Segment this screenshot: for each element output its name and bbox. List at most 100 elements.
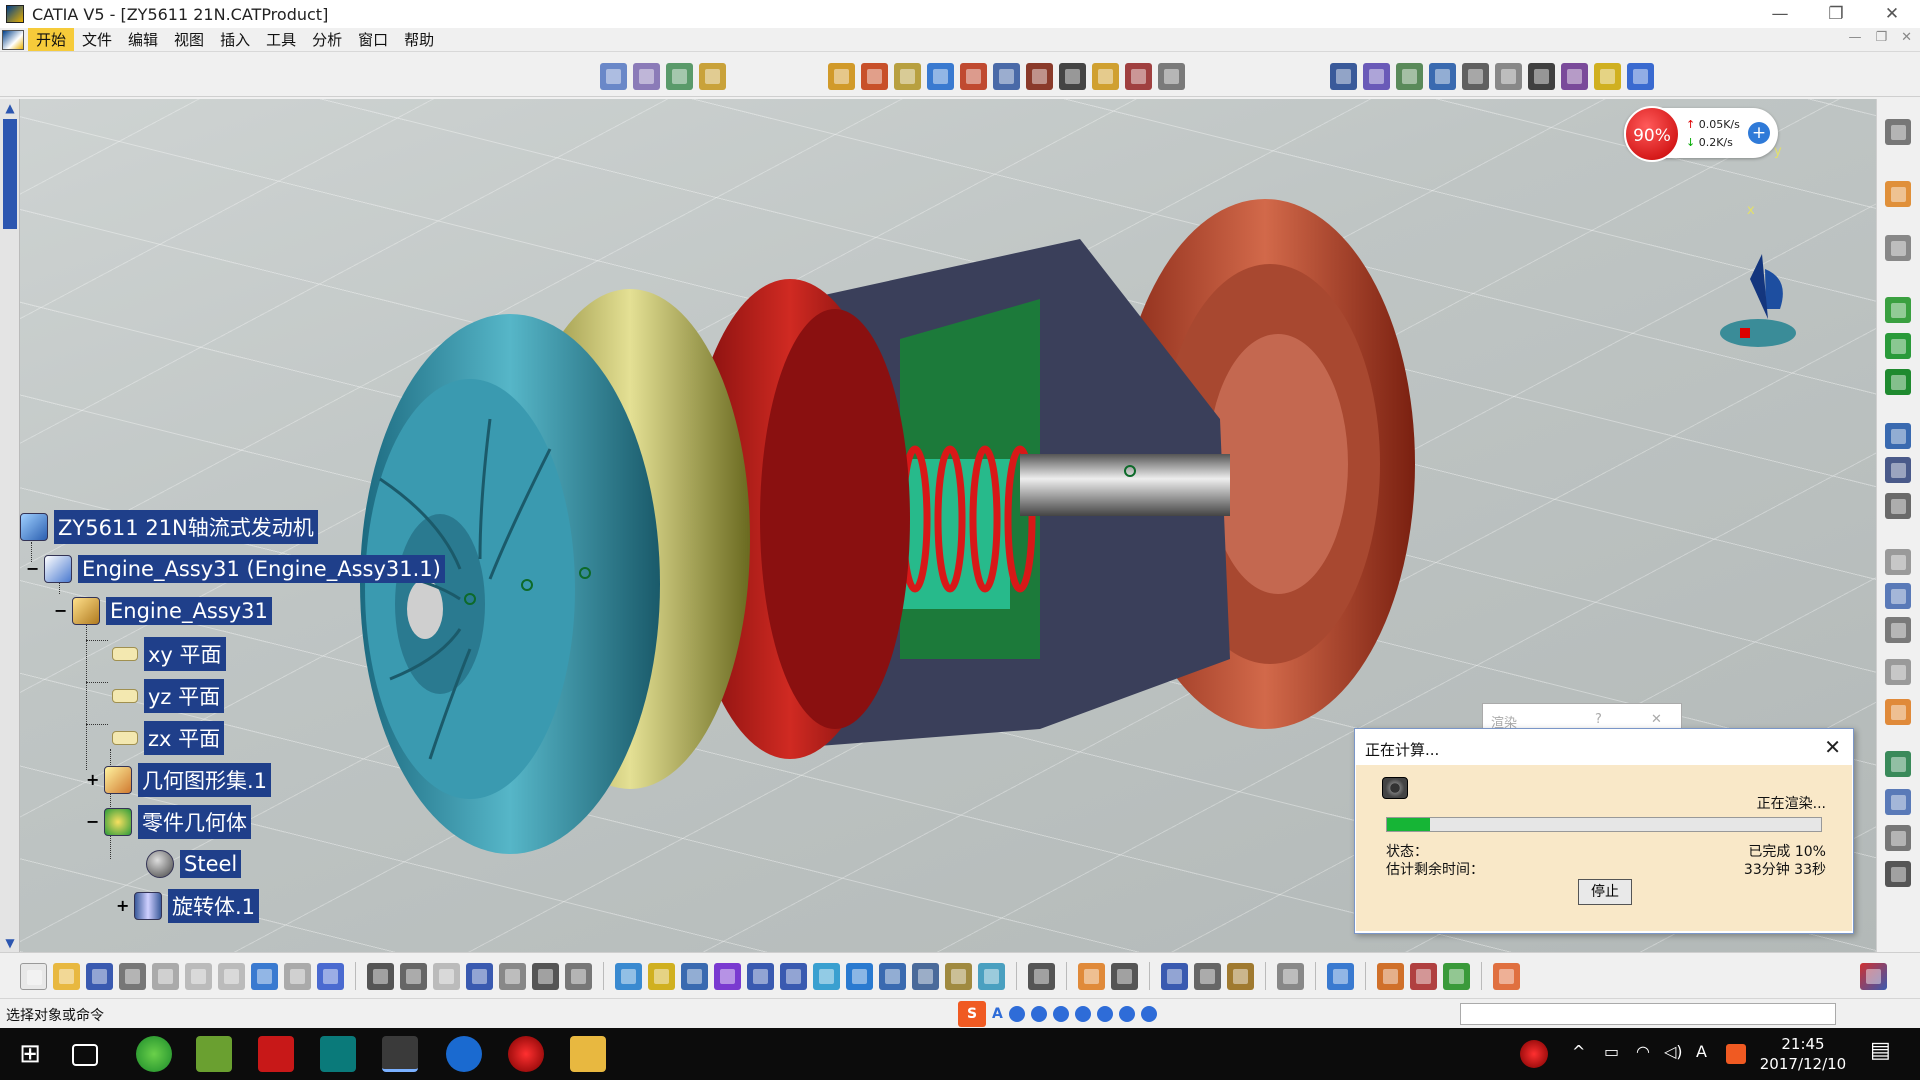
table-icon[interactable] (466, 962, 493, 990)
fit-all-icon[interactable] (648, 962, 675, 990)
layers-icon[interactable] (1885, 825, 1911, 851)
menu-start[interactable]: 开始 (28, 28, 75, 51)
specifications-icon[interactable] (565, 962, 592, 990)
undo-icon[interactable] (251, 962, 278, 990)
hide-show-icon[interactable] (945, 962, 972, 990)
catalog-icon-2[interactable] (532, 962, 559, 990)
main-shaft[interactable] (1020, 454, 1230, 516)
network-speed-widget[interactable]: 90% 0.05K/s 0.2K/s + (1624, 106, 1778, 162)
doc-minimize-icon[interactable]: — (1848, 30, 1861, 45)
scene-icon[interactable] (1396, 62, 1423, 90)
save-icon[interactable] (86, 962, 113, 990)
knowledge-icon[interactable] (400, 962, 427, 990)
tree-part-body[interactable]: − 零件几何体 (86, 805, 251, 839)
battery-icon[interactable]: ▭ (1604, 1042, 1619, 1061)
insert-component-icon[interactable] (1885, 369, 1911, 395)
catalog-icon[interactable] (1363, 62, 1390, 90)
iso-view-icon[interactable] (879, 962, 906, 990)
tree-assembly[interactable]: − Engine_Assy31 (Engine_Assy31.1) (26, 554, 445, 584)
stack-icon[interactable] (1885, 699, 1911, 725)
render-close-icon[interactable]: ✕ (1651, 712, 1662, 727)
renumber-icon[interactable] (894, 62, 921, 90)
grid-snap-icon[interactable] (1493, 962, 1520, 990)
plane-zx-label[interactable]: zx 平面 (144, 721, 225, 755)
flag-note-icon[interactable] (1885, 617, 1911, 643)
shading-icon[interactable] (912, 962, 939, 990)
tree-plane-yz[interactable]: yz 平面 (112, 679, 225, 713)
select-icon[interactable] (1885, 181, 1911, 207)
annotation-icon[interactable] (1495, 62, 1522, 90)
tree-plane-xy[interactable]: xy 平面 (112, 637, 226, 671)
boost-plus-icon[interactable]: + (1748, 122, 1770, 144)
menu-analyze[interactable]: 分析 (304, 28, 350, 51)
existing-component-icon[interactable] (699, 62, 726, 90)
measure-icon[interactable] (1462, 62, 1489, 90)
document-menu-icon[interactable] (2, 29, 24, 50)
tray-ime-letter[interactable]: A (1696, 1042, 1707, 1061)
measure-item-icon[interactable] (1194, 962, 1221, 990)
plane-yz-label[interactable]: yz 平面 (144, 679, 225, 713)
revolve-label[interactable]: 旋转体.1 (168, 889, 260, 923)
tree-geometric-set[interactable]: + 几何图形集.1 (86, 763, 272, 797)
browser-360-icon[interactable] (136, 1036, 172, 1072)
render-shooting-icon[interactable] (1111, 962, 1138, 990)
menu-file[interactable]: 文件 (74, 28, 120, 51)
scroll-up-icon[interactable]: ▲ (3, 101, 17, 115)
material-label[interactable]: Steel (180, 850, 242, 878)
update-all-icon[interactable] (1277, 962, 1304, 990)
action-center-icon[interactable]: ▤ (1870, 1038, 1891, 1063)
tree-material[interactable]: Steel (146, 849, 242, 879)
start-windows-icon[interactable]: ⊞ (12, 1036, 48, 1072)
menu-insert[interactable]: 插入 (212, 28, 258, 51)
bom-icon[interactable] (927, 62, 954, 90)
weld-icon[interactable] (1885, 659, 1911, 685)
macro-icon[interactable] (433, 962, 460, 990)
formula-icon[interactable] (367, 962, 394, 990)
tree-plane-zx[interactable]: zx 平面 (112, 721, 225, 755)
memory-percent-badge[interactable]: 90% (1624, 106, 1680, 162)
save-management-icon[interactable] (1885, 789, 1911, 815)
multi-view-icon[interactable] (846, 962, 873, 990)
tree-root-label[interactable]: ZY5611 21N轴流式发动机 (54, 510, 318, 544)
catalog-browser-icon[interactable] (1885, 751, 1911, 777)
compass-settings-icon[interactable] (1885, 119, 1911, 145)
graph-icon[interactable] (861, 62, 888, 90)
multi-instantiate-icon[interactable] (1158, 62, 1185, 90)
scene-editor-icon[interactable] (1377, 962, 1404, 990)
menu-help[interactable]: 帮助 (396, 28, 442, 51)
stop-button[interactable]: 停止 (1578, 879, 1632, 905)
coincidence-icon[interactable] (1885, 423, 1911, 449)
tree-part[interactable]: − Engine_Assy31 (54, 596, 272, 626)
netease-music-icon[interactable] (508, 1036, 544, 1072)
doc-close-icon[interactable]: ✕ (1901, 30, 1912, 45)
update-icon[interactable] (1330, 62, 1357, 90)
task-view-icon[interactable] (72, 1044, 98, 1066)
clash-icon[interactable] (1092, 62, 1119, 90)
apply-material-icon-2[interactable] (1327, 962, 1354, 990)
pan-icon[interactable] (681, 962, 708, 990)
plane-xy-label[interactable]: xy 平面 (144, 637, 226, 671)
explode-icon[interactable] (1059, 62, 1086, 90)
component-icon[interactable] (600, 62, 627, 90)
print-icon[interactable] (119, 962, 146, 990)
doc-restore-icon[interactable]: ❐ (1875, 30, 1887, 45)
wifi-icon[interactable]: ◠ (1636, 1042, 1650, 1061)
ime-letter[interactable]: A (992, 1006, 1003, 1022)
rotate-icon[interactable] (714, 962, 741, 990)
insert-product-icon[interactable] (1885, 333, 1911, 359)
offset-icon[interactable] (1885, 493, 1911, 519)
render-help-icon[interactable]: ? (1595, 712, 1602, 727)
ime-voice-icon[interactable] (1052, 1006, 1069, 1022)
collapse-icon[interactable]: − (86, 814, 99, 830)
copy-icon[interactable] (185, 962, 212, 990)
catia-app-icon[interactable] (6, 5, 24, 23)
tray-chevron-icon[interactable]: ^ (1572, 1042, 1585, 1061)
command-input[interactable] (1460, 1003, 1836, 1025)
part-body-label[interactable]: 零件几何体 (138, 805, 251, 839)
redo-icon[interactable] (284, 962, 311, 990)
distance-icon[interactable] (1528, 62, 1555, 90)
cut-icon[interactable] (152, 962, 179, 990)
graph-tree-icon[interactable] (499, 962, 526, 990)
ime-user-icon[interactable] (1096, 1006, 1113, 1022)
progress-close-icon[interactable]: ✕ (1824, 735, 1841, 759)
